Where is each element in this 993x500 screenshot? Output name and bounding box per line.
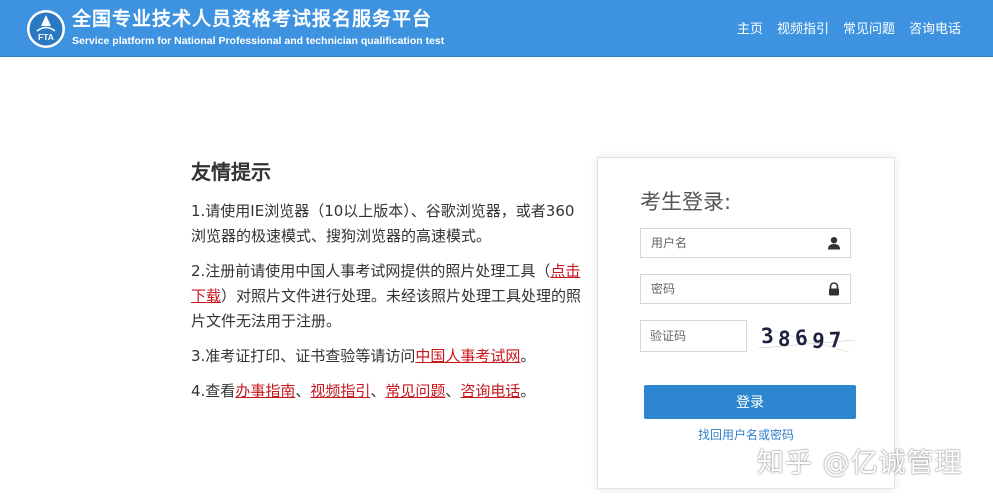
tip-admission-text: 3.准考证打印、证书查验等请访问 (191, 347, 416, 365)
login-button[interactable]: 登录 (644, 385, 856, 419)
captcha-char: 7 (828, 327, 843, 353)
video-guide-link[interactable]: 视频指引 (310, 382, 370, 400)
captcha-char: 8 (777, 326, 792, 352)
tip-photo-tool: 2.注册前请使用中国人事考试网提供的照片处理工具（点击下载）对照片文件进行处理。… (191, 259, 586, 334)
tip-admission-end: 。 (520, 347, 536, 365)
tips-title: 友情提示 (191, 160, 271, 184)
faq-link[interactable]: 常见问题 (385, 382, 445, 400)
separator: 、 (445, 382, 461, 400)
zhihu-watermark: 知乎 @亿诚管理 (757, 448, 963, 479)
captcha-input[interactable] (641, 321, 745, 351)
captcha-field (640, 320, 747, 352)
captcha-char: 6 (793, 325, 809, 351)
logo-text: FTA (38, 32, 54, 42)
separator: 、 (370, 382, 386, 400)
top-nav: 主页 视频指引 常见问题 咨询电话 (737, 18, 961, 37)
tip-photo-text-after: ）对照片文件进行处理。未经该照片处理工具处理的照片文件无法用于注册。 (191, 287, 582, 330)
site-title: 全国专业技术人员资格考试报名服务平台 (72, 8, 433, 30)
fta-logo[interactable]: FTA (26, 9, 66, 49)
nav-video-guide[interactable]: 视频指引 (777, 18, 829, 37)
nav-faq[interactable]: 常见问题 (843, 18, 895, 37)
tip-help-links: 4.查看办事指南、视频指引、常见问题、咨询电话。 (191, 379, 586, 404)
cpta-site-link[interactable]: 中国人事考试网 (415, 347, 520, 365)
captcha-char: 9 (810, 328, 826, 354)
login-panel: 考生登录: 3 8 6 9 7 登录 找回用户名或密码 (597, 157, 895, 489)
user-icon (828, 237, 840, 250)
tip-help-end: 。 (520, 382, 536, 400)
tip-admission: 3.准考证打印、证书查验等请访问中国人事考试网。 (191, 344, 586, 369)
tip-photo-text-before: 2.注册前请使用中国人事考试网提供的照片处理工具（ (191, 262, 551, 280)
nav-contact-phone[interactable]: 咨询电话 (909, 18, 961, 37)
password-input[interactable] (641, 275, 821, 303)
lock-icon (829, 282, 839, 296)
friendly-tips: 友情提示 1.请使用IE浏览器（10以上版本）、谷歌浏览器，或者360浏览器的极… (191, 156, 586, 414)
captcha-image[interactable]: 3 8 6 9 7 (759, 318, 855, 358)
login-title: 考生登录: (640, 190, 732, 214)
captcha-char: 3 (760, 323, 775, 349)
guide-link[interactable]: 办事指南 (235, 382, 295, 400)
site-subtitle: Service platform for National Profession… (72, 35, 445, 47)
username-field (640, 228, 851, 258)
top-header-bar: FTA 全国专业技术人员资格考试报名服务平台 Service platform … (0, 0, 993, 57)
tip-browser: 1.请使用IE浏览器（10以上版本）、谷歌浏览器，或者360浏览器的极速模式、搜… (191, 202, 575, 245)
tip-help-text: 4.查看 (191, 382, 236, 400)
username-input[interactable] (641, 229, 821, 257)
separator: 、 (295, 382, 311, 400)
password-field (640, 274, 851, 304)
contact-phone-link[interactable]: 咨询电话 (460, 382, 520, 400)
nav-home[interactable]: 主页 (737, 18, 763, 37)
